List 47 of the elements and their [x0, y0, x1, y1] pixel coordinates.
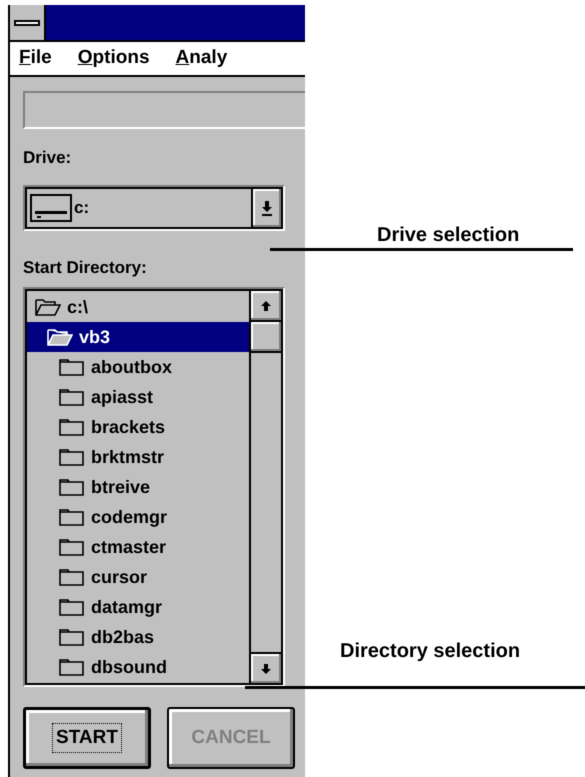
- menu-item[interactable]: Analy: [176, 44, 228, 73]
- drive-value: c:: [74, 197, 90, 220]
- system-menu-button[interactable]: [10, 5, 46, 40]
- directory-item[interactable]: ctmaster: [27, 532, 249, 562]
- down-arrow-icon: [260, 662, 272, 674]
- drive-dropdown[interactable]: c:: [23, 185, 285, 231]
- menu-item[interactable]: File: [19, 44, 52, 73]
- text-field[interactable]: [23, 91, 305, 129]
- open-folder-icon: [35, 298, 61, 316]
- folder-icon: [59, 598, 85, 616]
- scroll-up-button[interactable]: [251, 291, 281, 322]
- annotation-label: Drive selection: [377, 223, 520, 248]
- folder-icon: [59, 568, 85, 586]
- directory-item[interactable]: db2bas: [27, 622, 249, 652]
- scrollbar[interactable]: [249, 289, 283, 685]
- menu-item[interactable]: Options: [78, 44, 150, 73]
- directory-item[interactable]: dbsound: [27, 652, 249, 682]
- directory-item[interactable]: cursor: [27, 562, 249, 592]
- open-folder-icon: [47, 328, 73, 346]
- down-arrow-icon: [261, 200, 273, 216]
- directory-item[interactable]: codemgr: [27, 502, 249, 532]
- up-arrow-icon: [260, 300, 272, 312]
- scroll-thumb[interactable]: [251, 322, 281, 353]
- start-directory-label: Start Directory:: [23, 257, 148, 279]
- folder-icon: [59, 388, 85, 406]
- folder-icon: [59, 478, 85, 496]
- folder-icon: [59, 628, 85, 646]
- drive-icon: [30, 194, 72, 222]
- directory-item[interactable]: brktmstr: [27, 442, 249, 472]
- annotation-label: Directory selection: [340, 639, 520, 664]
- folder-icon: [59, 538, 85, 556]
- directory-item[interactable]: apiasst: [27, 382, 249, 412]
- scroll-down-button[interactable]: [251, 652, 281, 683]
- drive-label: Drive:: [23, 147, 72, 169]
- folder-icon: [59, 658, 85, 676]
- start-button[interactable]: START: [23, 707, 151, 769]
- dropdown-button[interactable]: [251, 187, 283, 229]
- folder-icon: [59, 448, 85, 466]
- directory-item[interactable]: datamgr: [27, 592, 249, 622]
- folder-icon: [59, 508, 85, 526]
- directory-item[interactable]: aboutbox: [27, 352, 249, 382]
- directory-item[interactable]: vb3: [27, 322, 249, 352]
- folder-icon: [59, 358, 85, 376]
- directory-item[interactable]: c:\: [27, 292, 249, 322]
- folder-icon: [59, 418, 85, 436]
- directory-item[interactable]: brackets: [27, 412, 249, 442]
- directory-item[interactable]: btreive: [27, 472, 249, 502]
